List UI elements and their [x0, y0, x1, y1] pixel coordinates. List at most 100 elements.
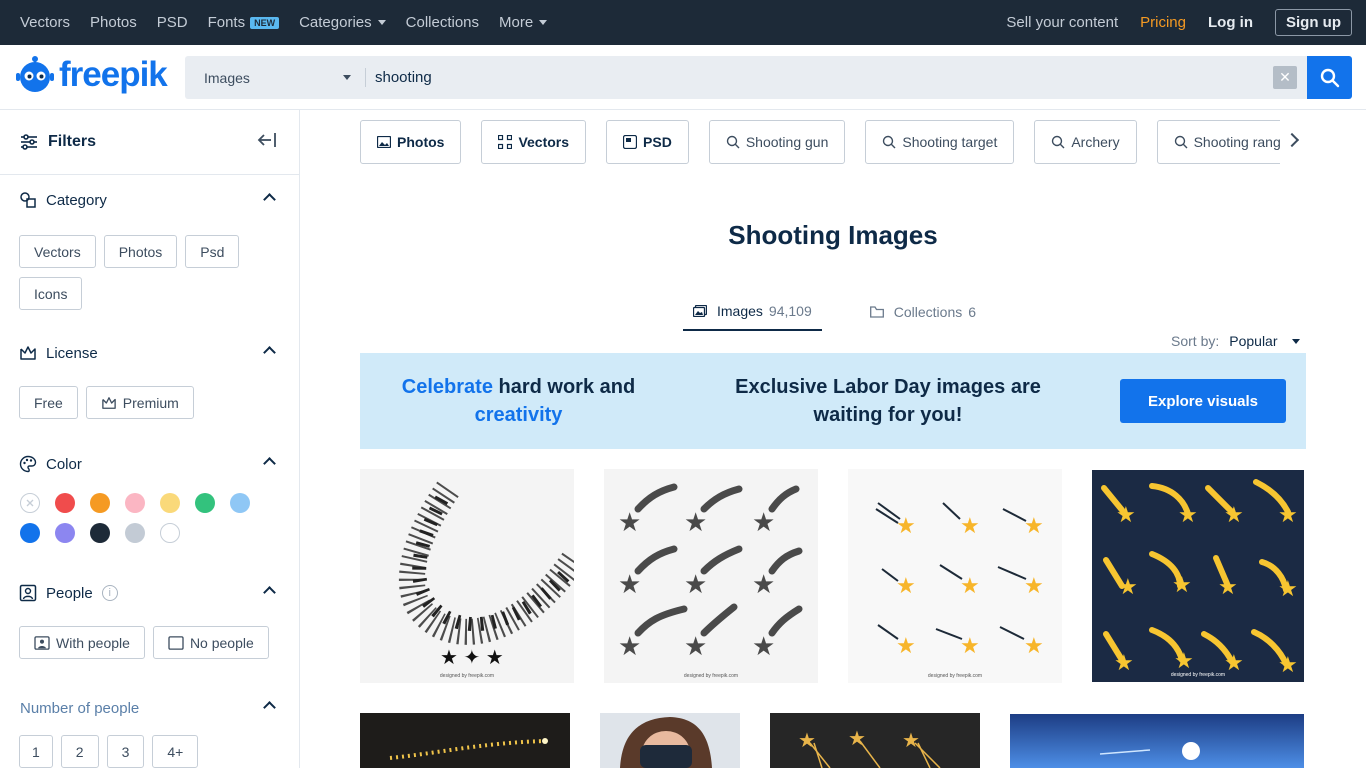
tag-shooting-range-label: Shooting range [1193, 134, 1280, 150]
tag-shooting-range[interactable]: Shooting range [1156, 120, 1280, 164]
swatch-gray[interactable] [125, 523, 145, 543]
freepik-logo[interactable]: freepik [15, 55, 168, 95]
chip-no-people[interactable]: No people [152, 626, 269, 659]
chip-icons[interactable]: Icons [19, 277, 83, 310]
tab-images[interactable]: Images 94,109 [683, 293, 822, 331]
chip-psd[interactable]: Psd [185, 235, 240, 268]
chevron-up-icon [263, 457, 276, 470]
chip-premium[interactable]: Premium [85, 386, 194, 419]
filters-sidebar: Filters Category Vectors Photos Psd Icon… [0, 110, 300, 768]
login-link[interactable]: Log in [1208, 14, 1253, 31]
thumb-comets-gold-dark[interactable]: ★ ★ ★ ★ ★ ★ ★ ★ ★ ★ ★ ★ designed by freepik.com [1092, 470, 1304, 682]
nav-psd[interactable]: PSD [157, 14, 188, 31]
chip-vectors[interactable]: Vectors [19, 235, 96, 268]
psd-icon [623, 135, 638, 149]
sort-value: Popular [1229, 333, 1278, 349]
people-header[interactable]: People i [0, 578, 300, 608]
explore-visuals-button[interactable]: Explore visuals [1120, 379, 1286, 423]
chevron-down-icon [377, 20, 386, 25]
nav-categories[interactable]: Categories [299, 14, 386, 31]
svg-text:★: ★ [960, 573, 980, 598]
promo-banner: Celebrate hard work and creativity Exclu… [360, 353, 1306, 449]
nav-fonts-label: Fonts [207, 14, 246, 31]
nav-photos[interactable]: Photos [90, 14, 137, 31]
sort-control[interactable]: Sort by: Popular [1171, 333, 1300, 349]
swatch-blue[interactable] [20, 523, 40, 543]
svg-text:★: ★ [798, 730, 816, 752]
banner-headline-text: hard work and [492, 376, 636, 398]
chip-people-4plus[interactable]: 4+ [152, 735, 199, 768]
golden-sparkle-image [389, 738, 548, 760]
sell-content-link[interactable]: Sell your content [1006, 14, 1118, 31]
license-section: License Free Premium [0, 338, 300, 428]
comets-gold-black-image: ★ ★ ★ [798, 728, 941, 768]
category-icon [20, 192, 36, 208]
banner-message: Exclusive Labor Day images are waiting f… [735, 376, 1041, 426]
nav-collections[interactable]: Collections [406, 14, 479, 31]
tag-photos[interactable]: Photos [360, 120, 462, 164]
swatch-light-blue[interactable] [230, 493, 250, 513]
thumb-comets-gold-black[interactable]: ★ ★ ★ [770, 713, 980, 768]
people-section: People i With people No people [0, 578, 300, 668]
color-header[interactable]: Color [0, 449, 300, 479]
license-header[interactable]: License [0, 338, 300, 368]
search-icon [726, 135, 740, 149]
swatch-red[interactable] [55, 493, 75, 513]
nav-fonts[interactable]: Fonts NEW [208, 14, 280, 31]
svg-text:★: ★ [896, 633, 916, 658]
new-badge: NEW [250, 16, 280, 29]
chevron-right-icon[interactable] [1284, 132, 1300, 148]
main-content: Photos Vectors PSD Shooting gun Shooting… [300, 110, 1366, 768]
svg-text:★: ★ [960, 513, 980, 538]
chip-people-3[interactable]: 3 [106, 735, 145, 768]
chip-free[interactable]: Free [19, 386, 78, 419]
people-label: People [46, 584, 93, 602]
thumb-comets-gold-light[interactable]: ★ ★ ★ ★ ★ ★ ★ ★ ★ designed by freepik.com [848, 469, 1062, 683]
swatch-purple[interactable] [55, 523, 75, 543]
search-icon [883, 135, 896, 149]
category-section: Category Vectors Photos Psd Icons [0, 185, 300, 319]
search-icon [1052, 135, 1065, 149]
swatch-black[interactable] [90, 523, 110, 543]
signup-button[interactable]: Sign up [1275, 9, 1352, 36]
swatch-pink[interactable] [125, 493, 145, 513]
collapse-sidebar-icon[interactable] [257, 132, 277, 148]
banner-headline: Celebrate hard work and creativity [390, 373, 647, 429]
nav-vectors[interactable]: Vectors [20, 14, 70, 31]
thumb-golden-sparkle[interactable] [360, 713, 570, 768]
swatch-none[interactable] [20, 493, 40, 513]
pricing-link[interactable]: Pricing [1140, 14, 1186, 31]
nav-more[interactable]: More [499, 14, 548, 31]
tag-shooting-gun[interactable]: Shooting gun [708, 120, 846, 164]
search-button[interactable] [1307, 56, 1352, 99]
search-input[interactable] [375, 56, 1255, 99]
tag-archery[interactable]: Archery [1034, 120, 1137, 164]
thumb-person-camera[interactable] [600, 713, 740, 768]
tag-psd[interactable]: PSD [606, 120, 689, 164]
info-icon[interactable]: i [101, 585, 118, 601]
thumb-night-sky-meteor[interactable] [1010, 714, 1304, 768]
chip-photos[interactable]: Photos [103, 235, 178, 268]
chip-people-1[interactable]: 1 [19, 735, 53, 768]
number-of-people-header[interactable]: Number of people [0, 693, 300, 723]
thumb-star-trail-black[interactable]: ★ ✦ ★ designed by freepik.com [360, 469, 574, 683]
chip-with-people[interactable]: With people [19, 626, 145, 659]
tag-photos-label: Photos [397, 134, 445, 150]
search-type-select[interactable]: Images [185, 56, 365, 99]
svg-text:★: ★ [960, 633, 980, 658]
tab-collections[interactable]: Collections 6 [860, 293, 986, 331]
comets-gold-light-image: ★ ★ ★ ★ ★ ★ ★ ★ ★ [875, 502, 1044, 658]
thumb-comets-gray[interactable]: ★ ★ ★ ★ ★ ★ ★ ★ ★ designed by freepik.com [604, 469, 818, 683]
tag-vectors[interactable]: Vectors [481, 120, 587, 164]
swatch-green[interactable] [195, 493, 215, 513]
close-icon[interactable]: ✕ [1273, 66, 1297, 89]
chevron-up-icon [263, 586, 276, 599]
swatch-yellow[interactable] [160, 493, 180, 513]
swatch-orange[interactable] [90, 493, 110, 513]
chip-people-2[interactable]: 2 [60, 735, 99, 768]
swatch-white[interactable] [160, 523, 180, 543]
tag-shooting-target[interactable]: Shooting target [865, 120, 1015, 164]
tag-archery-label: Archery [1071, 134, 1120, 150]
color-section: Color [0, 449, 300, 543]
category-header[interactable]: Category [0, 185, 300, 215]
